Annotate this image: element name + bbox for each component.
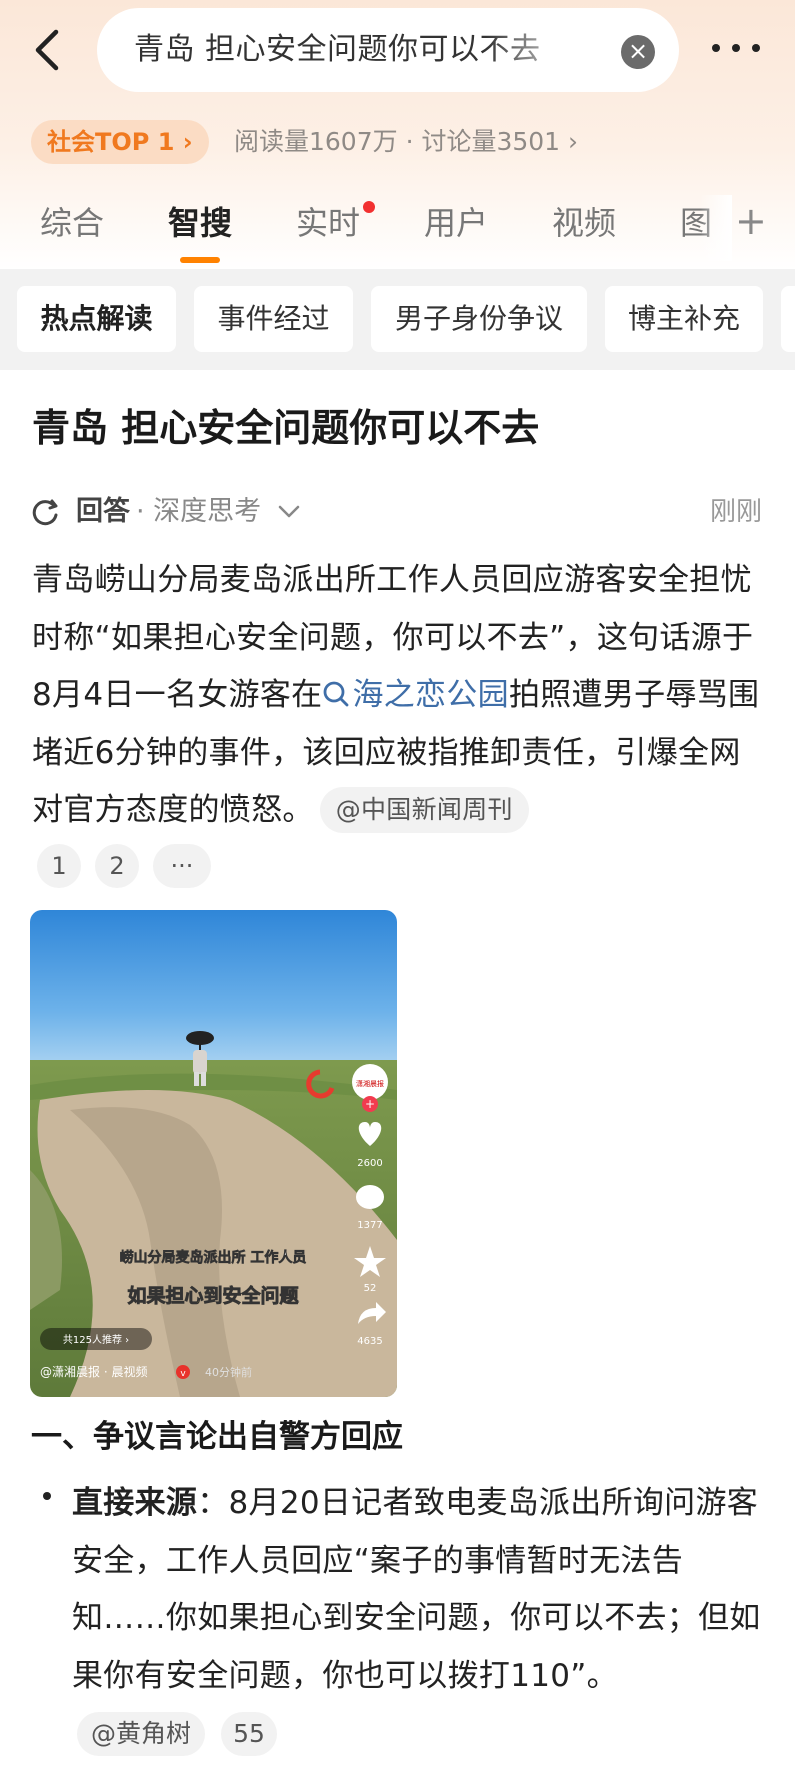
video-author: @潇湘晨报 · 晨视频 — [40, 1364, 147, 1379]
video-frame: + 潇湘晨报 2600 1377 52 4635 崂山分局麦岛派出所 工作人员 … — [30, 910, 397, 1397]
plus-icon[interactable]: + — [735, 199, 767, 243]
chip-bar: 热点解读 事件经过 男子身份争议 博主补充 — [0, 269, 795, 370]
read-stats[interactable]: 阅读量1607万 · 讨论量3501 › — [234, 122, 578, 162]
favorites-count: 52 — [364, 1283, 377, 1294]
tag-count[interactable]: 55 — [221, 1712, 277, 1756]
chip-hot-interpretation[interactable]: 热点解读 — [17, 286, 176, 352]
chip-identity-dispute[interactable]: 男子身份争议 — [371, 286, 587, 352]
tab-overview[interactable]: 综合 — [40, 201, 104, 245]
video-time-ago: 40分钟前 — [205, 1365, 252, 1379]
back-button[interactable] — [26, 22, 74, 78]
answer-label: 回答 — [76, 496, 130, 527]
tab-realtime[interactable]: 实时 — [296, 201, 360, 245]
video-thumbnail[interactable]: + 潇湘晨报 2600 1377 52 4635 崂山分局麦岛派出所 工作人员 … — [30, 910, 397, 1397]
keyword-link-text: 海之恋公园 — [352, 677, 509, 713]
svg-text:+: + — [365, 1097, 375, 1111]
chevron-left-icon — [35, 29, 59, 71]
comment-icon — [356, 1185, 384, 1209]
deep-think-label: · 深度思考 — [136, 496, 262, 527]
tab-smart-search[interactable]: 智搜 — [168, 201, 232, 245]
chip-event-process[interactable]: 事件经过 — [194, 286, 353, 352]
answer-paragraph: 青岛崂山分局麦岛派出所工作人员回应游客安全担忧时称“如果担心安全问题，你可以不去… — [32, 552, 762, 840]
citation-more[interactable]: ··· — [153, 844, 211, 888]
video-caption-2: 如果担心到安全问题 — [127, 1284, 298, 1307]
article-title: 青岛 担心安全问题你可以不去 — [32, 406, 540, 450]
answer-meta: 回答 · 深度思考 刚刚 — [32, 490, 762, 534]
bullet-paragraph: 直接来源：8月20日记者致电麦岛派出所询问游客安全，工作人员回应“案子的事情暂时… — [72, 1475, 762, 1705]
search-icon — [324, 681, 349, 707]
source-tag[interactable]: @中国新闻周刊 — [319, 787, 529, 833]
keyword-link[interactable]: 海之恋公园 — [322, 677, 509, 713]
citation-2[interactable]: 2 — [95, 844, 139, 888]
tab-bar: 综合 智搜 实时 用户 视频 图 + — [0, 195, 795, 265]
citation-1[interactable]: 1 — [37, 844, 81, 888]
search-box[interactable]: 青岛 担心安全问题你可以不去 × — [97, 8, 679, 92]
svg-text:v: v — [180, 1369, 186, 1379]
channel-logo: 潇湘晨报 — [356, 1079, 384, 1088]
chip-overflow[interactable] — [781, 286, 795, 352]
recommend-count: 共125人推荐 › — [63, 1333, 129, 1346]
video-caption-1: 崂山分局麦岛派出所 工作人员 — [120, 1249, 307, 1266]
source-tag-2[interactable]: @黄角树 — [77, 1712, 205, 1756]
likes-count: 2600 — [357, 1158, 382, 1169]
section-heading: 一、争议言论出自警方回应 — [31, 1419, 403, 1455]
timestamp: 刚刚 — [709, 497, 762, 527]
chevron-down-icon — [278, 505, 300, 518]
bullet-dot — [43, 1492, 51, 1500]
deep-think-toggle[interactable]: · 深度思考 — [136, 492, 302, 532]
comments-count: 1377 — [357, 1220, 382, 1231]
close-circle-icon[interactable]: × — [621, 35, 655, 69]
chip-blogger-supplement[interactable]: 博主补充 — [605, 286, 763, 352]
search-input[interactable]: 青岛 担心安全问题你可以不去 — [134, 30, 574, 70]
active-tab-indicator — [180, 257, 220, 263]
more-options-button[interactable] — [706, 24, 766, 72]
notification-dot — [363, 201, 375, 213]
tab-video[interactable]: 视频 — [552, 201, 616, 245]
more-dots-icon — [712, 44, 760, 52]
tab-fade — [700, 195, 732, 261]
ai-answer-icon — [32, 499, 58, 526]
bullet-label: 直接来源 — [72, 1485, 198, 1521]
shares-count: 4635 — [357, 1336, 382, 1347]
tab-users[interactable]: 用户 — [424, 201, 488, 245]
rank-badge[interactable]: 社会TOP 1 › — [31, 120, 209, 164]
